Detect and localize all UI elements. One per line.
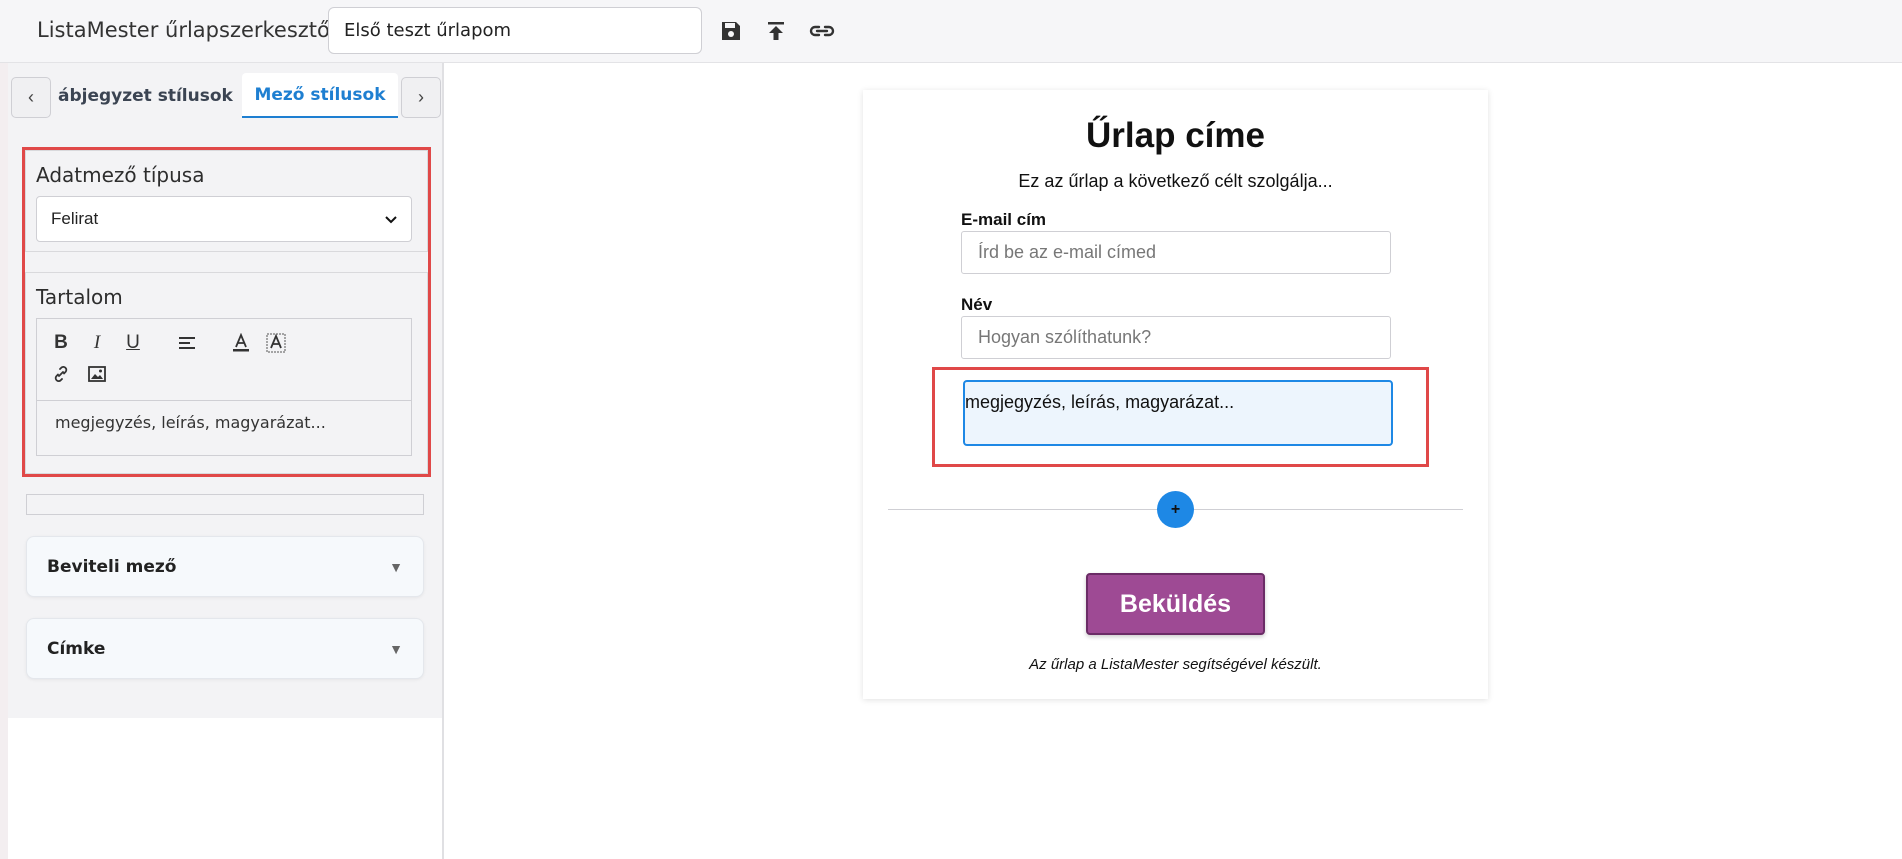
accordion-label-styles[interactable]: Címke ▼ [26, 618, 424, 679]
underline-icon[interactable]: U [120, 330, 146, 356]
form-preview: Űrlap címe Ez az űrlap a következő célt … [863, 90, 1488, 699]
triangle-down-icon: ▼ [389, 640, 403, 657]
add-field-button[interactable]: + [1157, 491, 1194, 528]
name-label: Név [961, 295, 993, 314]
link-icon[interactable] [48, 361, 74, 387]
field-type-label: Adatmező típusa [36, 163, 205, 187]
image-icon[interactable] [84, 361, 110, 387]
email-field[interactable] [961, 231, 1391, 274]
form-name-input[interactable] [328, 7, 702, 54]
tab-field-styles[interactable]: Mező stílusok [242, 73, 398, 118]
sidebar-empty-area [8, 718, 444, 859]
style-sidebar: ‹ ábjegyzet stílusok Mező stílusok › Ada… [8, 63, 444, 718]
content-label: Tartalom [36, 285, 123, 309]
italic-icon[interactable]: I [84, 330, 110, 356]
tab-note-styles[interactable]: ábjegyzet stílusok [58, 73, 233, 118]
window-edge [0, 0, 8, 859]
field-type-select[interactable]: Felirat [36, 196, 412, 242]
accordion-label: Címke [47, 638, 106, 659]
triangle-down-icon: ▼ [389, 558, 403, 575]
align-icon[interactable] [175, 330, 201, 356]
field-settings-highlight: Adatmező típusa Felirat Tartalom B I U m… [22, 147, 431, 477]
background-color-icon[interactable] [263, 330, 289, 356]
chevron-down-icon [385, 209, 397, 229]
field-type-card: Adatmező típusa Felirat [25, 150, 428, 252]
selected-field-highlight: megjegyzés, leírás, magyarázat... [932, 367, 1429, 467]
bold-icon[interactable]: B [48, 330, 74, 356]
email-label: E-mail cím [961, 210, 1047, 229]
submit-button[interactable]: Beküldés [1086, 573, 1265, 635]
app-title: ListaMester űrlapszerkesztő: [37, 18, 337, 42]
content-card: Tartalom B I U megjegyzés, leírás, magya… [25, 272, 428, 474]
editor-content[interactable]: megjegyzés, leírás, magyarázat... [55, 413, 326, 432]
form-description[interactable]: Ez az űrlap a következő célt szolgálja..… [863, 171, 1488, 192]
tabs-next-button[interactable]: › [401, 77, 441, 118]
font-color-icon[interactable] [228, 330, 254, 356]
top-bar: ListaMester űrlapszerkesztő: [0, 0, 1902, 63]
form-title[interactable]: Űrlap címe [863, 116, 1488, 156]
tabs-prev-button[interactable]: ‹ [11, 77, 51, 118]
upload-icon[interactable] [761, 16, 791, 46]
save-icon[interactable] [716, 16, 746, 46]
caption-field[interactable]: megjegyzés, leírás, magyarázat... [963, 380, 1393, 446]
footer-note: Az űrlap a ListaMester segítségével kész… [1029, 656, 1322, 673]
accordion-input-field[interactable]: Beviteli mező ▼ [26, 536, 424, 597]
link-icon[interactable] [807, 16, 837, 46]
empty-panel-bar [26, 494, 424, 515]
editor-toolbar: B I U [37, 319, 411, 401]
rich-text-editor[interactable]: B I U megjegyzés, leírás, magyarázat... [36, 318, 412, 456]
field-type-value: Felirat [51, 209, 99, 228]
accordion-label: Beviteli mező [47, 556, 177, 577]
name-field[interactable] [961, 316, 1391, 359]
